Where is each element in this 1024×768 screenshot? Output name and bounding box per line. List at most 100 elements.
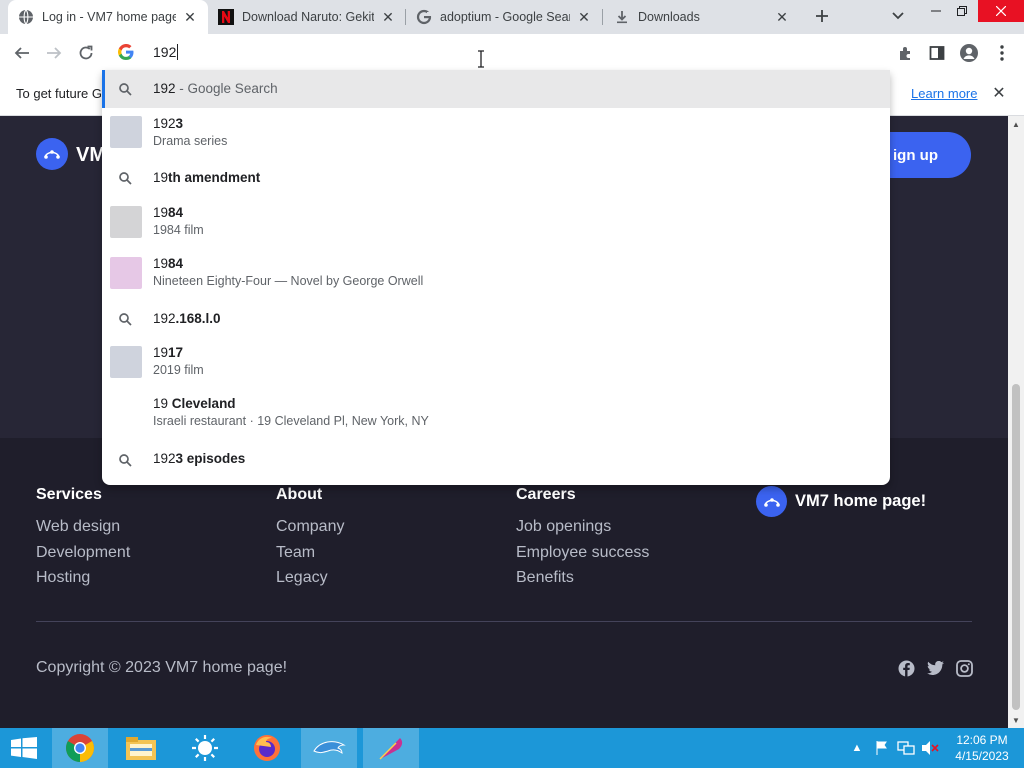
file-explorer-icon[interactable]	[113, 728, 169, 768]
copyright-text: Copyright © 2023 VM7 home page!	[36, 659, 288, 676]
new-tab-button[interactable]	[810, 4, 834, 28]
scrollbar-thumb[interactable]	[1012, 384, 1020, 710]
network-icon[interactable]	[896, 728, 916, 768]
tab-title: Download Naruto: Gekitō Ninja Taisen!	[242, 10, 374, 24]
suggestion-line: 1984	[153, 205, 204, 220]
close-icon[interactable]: ✕	[990, 84, 1008, 102]
facebook-icon[interactable]	[897, 659, 915, 677]
settings-sun-icon[interactable]	[177, 728, 233, 768]
footer-brand[interactable]: VM7 home page!	[756, 486, 926, 517]
clock-date: 4/15/2023	[955, 749, 1009, 763]
suggestion-line: 19th amendment	[153, 170, 260, 185]
address-bar-typed-text: 192	[153, 44, 179, 60]
google-g-icon	[118, 43, 134, 61]
site-logo-icon	[756, 486, 787, 517]
tab-login[interactable]: Log in - VM7 home page! ✕	[8, 0, 208, 34]
suggestion-prefix: 19	[153, 345, 169, 360]
suggestion-item[interactable]: 1923 episodes	[102, 440, 890, 478]
action-center-flag-icon[interactable]	[873, 728, 891, 768]
profile-avatar-icon[interactable]	[958, 42, 980, 64]
instagram-icon[interactable]	[955, 659, 973, 677]
search-icon	[117, 311, 133, 327]
suggestion-prefix: 19	[153, 256, 169, 271]
tab-naruto[interactable]: Download Naruto: Gekitō Ninja Taisen! ✕	[208, 0, 406, 34]
suggestion-completion: 84	[168, 256, 184, 271]
volume-muted-icon[interactable]	[920, 728, 940, 768]
suggestion-item[interactable]: 1923 Drama series	[102, 108, 890, 160]
site-logo-icon[interactable]	[36, 138, 68, 170]
tab-title: adoptium - Google Search	[440, 10, 570, 24]
suggestion-line: 1923 episodes	[153, 451, 245, 466]
suggestion-line: 192.168.l.0	[153, 311, 221, 326]
footer-brand-name: VM7 home page!	[795, 492, 927, 510]
feather-icon[interactable]	[363, 728, 419, 768]
suggestion-line: 1923	[153, 116, 227, 131]
forward-button[interactable]	[41, 40, 67, 66]
close-icon[interactable]: ✕	[576, 9, 592, 25]
footer-link[interactable]: Team	[276, 540, 344, 566]
suggestion-prefix: 192	[153, 311, 176, 326]
footer-link[interactable]: Hosting	[36, 565, 130, 591]
scroll-up-arrow-icon[interactable]: ▲	[1012, 120, 1020, 129]
suggestion-item[interactable]: 1917 2019 film	[102, 336, 890, 388]
side-panel-icon[interactable]	[926, 42, 948, 64]
dolphin-icon[interactable]	[301, 728, 357, 768]
address-bar[interactable]: 192	[102, 34, 890, 70]
suggestion-text: 192 - Google Search	[153, 81, 278, 96]
suggestion-item[interactable]: 19th amendment	[102, 160, 890, 196]
footer-link[interactable]: Company	[276, 514, 344, 540]
footer-link[interactable]: Legacy	[276, 565, 344, 591]
restore-button[interactable]	[946, 0, 978, 22]
footer-link[interactable]: Employee success	[516, 540, 649, 566]
menu-kebab-icon[interactable]	[991, 42, 1013, 64]
windows-taskbar: ▲ 12:06 PM 4/15/2023	[0, 728, 1024, 768]
chevron-down-icon[interactable]	[888, 6, 908, 26]
suggestion-text: 192.168.l.0	[153, 311, 221, 326]
suggestion-item[interactable]: 192 - Google Search	[102, 70, 890, 108]
learn-more-link[interactable]: Learn more	[911, 86, 977, 101]
netflix-n-icon	[218, 9, 234, 25]
suggestion-text: 1984 1984 film	[153, 205, 204, 237]
suggestion-item[interactable]: 1984 Nineteen Eighty-Four — Novel by Geo…	[102, 248, 890, 300]
close-icon[interactable]: ✕	[774, 9, 790, 25]
tab-title: Log in - VM7 home page!	[42, 10, 176, 24]
suggestion-thumbnail	[110, 257, 142, 289]
footer-link[interactable]: Web design	[36, 514, 130, 540]
close-icon[interactable]: ✕	[380, 9, 396, 25]
suggestion-text: 1923 Drama series	[153, 116, 227, 148]
back-button[interactable]	[9, 40, 35, 66]
text-cursor-icon	[476, 50, 486, 68]
suggestion-subtitle: Israeli restaurant · 19 Cleveland Pl, Ne…	[153, 414, 429, 428]
google-g-icon	[416, 9, 432, 25]
suggestion-text: 19th amendment	[153, 170, 260, 185]
suggestion-prefix: 19	[153, 170, 169, 185]
suggestion-suffix: - Google Search	[175, 81, 278, 96]
footer-link[interactable]: Development	[36, 540, 130, 566]
suggestion-item[interactable]: 1984 1984 film	[102, 196, 890, 248]
suggestion-completion: .168.l.0	[175, 311, 221, 326]
extensions-icon[interactable]	[895, 42, 917, 64]
page-scrollbar[interactable]: ▲ ▼	[1008, 116, 1024, 728]
suggestion-completion: th amendment	[168, 170, 261, 185]
tray-chevron-up-icon[interactable]: ▲	[850, 728, 864, 768]
footer-link[interactable]: Benefits	[516, 565, 649, 591]
reload-button[interactable]	[73, 40, 99, 66]
typed-value: 192	[153, 44, 177, 60]
suggestion-item[interactable]: 192.168.l.0	[102, 300, 890, 336]
tab-adoptium[interactable]: adoptium - Google Search ✕	[406, 0, 602, 34]
suggestion-text: 1917 2019 film	[153, 345, 204, 377]
suggestion-thumbnail	[110, 206, 142, 238]
suggestion-completion: Cleveland	[171, 396, 236, 411]
window-close-button[interactable]	[978, 0, 1024, 22]
tab-downloads[interactable]: Downloads ✕	[604, 0, 800, 34]
windows-start-icon[interactable]	[0, 728, 48, 768]
firefox-icon[interactable]	[239, 728, 295, 768]
scroll-down-arrow-icon[interactable]: ▼	[1012, 716, 1020, 725]
footer-link[interactable]: Job openings	[516, 514, 649, 540]
chrome-icon[interactable]	[52, 728, 108, 768]
suggestion-text: 19 Cleveland Israeli restaurant · 19 Cle…	[153, 396, 429, 428]
suggestion-item[interactable]: 19 Cleveland Israeli restaurant · 19 Cle…	[102, 388, 890, 440]
taskbar-clock[interactable]: 12:06 PM 4/15/2023	[946, 732, 1018, 764]
close-icon[interactable]: ✕	[182, 9, 198, 25]
twitter-icon[interactable]	[926, 659, 944, 677]
